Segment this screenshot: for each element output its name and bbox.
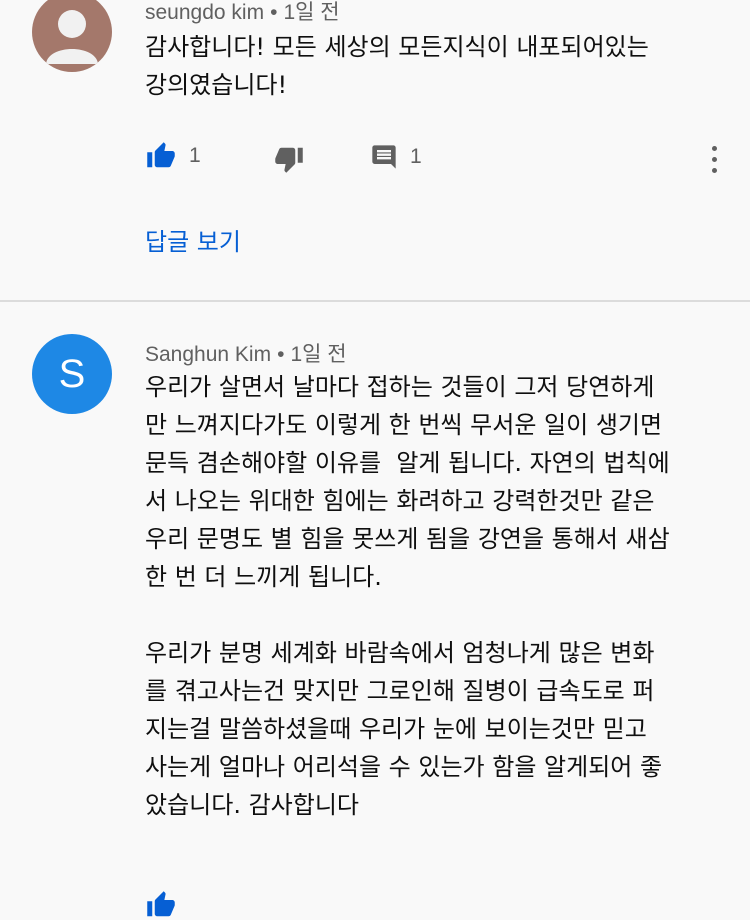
separator-dot: • bbox=[277, 343, 285, 366]
like-button[interactable]: 1 bbox=[145, 141, 201, 171]
comment-icon bbox=[372, 145, 396, 169]
comment-line: 사는게 얼마나 어리석을 수 있는가 함을 알게되어 좋 bbox=[145, 753, 663, 781]
comment-line: 감사합니다! 모든 세상의 모든지식이 내포되어있는 bbox=[145, 33, 649, 61]
comment-time: 1일 전 bbox=[283, 1, 340, 24]
like-button[interactable] bbox=[145, 890, 177, 920]
comment-line: 우리 문명도 별 힘을 못쓰게 됨을 강연을 통해서 새삼 bbox=[145, 525, 670, 553]
dot bbox=[711, 157, 717, 162]
comment-line: 우리가 분명 세계화 바람속에서 엄청나게 많은 변화 bbox=[145, 639, 655, 667]
dot bbox=[711, 146, 717, 151]
comment-line: 한 번 더 느끼게 됩니다. bbox=[145, 563, 382, 591]
comment-meta: seungdo kim • 1일 전 bbox=[145, 0, 340, 26]
comment-seungdo-kim: seungdo kim • 1일 전 감사합니다! 모든 세상의 모든지식이 내포되… bbox=[0, 0, 750, 300]
comment-time: 1일 전 bbox=[290, 343, 347, 366]
author-name[interactable]: Sanghun Kim bbox=[145, 343, 271, 366]
thumbs-up-filled-icon bbox=[147, 142, 175, 168]
comment-line: 를 겪고사는건 맞지만 그로인해 질병이 급속도로 퍼 bbox=[145, 677, 655, 705]
comment-line: 서 나오는 위대한 힘에는 화려하고 강력한것만 같은 bbox=[145, 487, 655, 515]
comment-line: 지는걸 말씀하셨을때 우리가 눈에 보이는것만 믿고 bbox=[145, 715, 647, 743]
comment-sanghun-kim: S Sanghun Kim • 1일 전 우리가 살면서 날마다 접하는 것들이 그… bbox=[0, 302, 750, 917]
dot bbox=[711, 168, 717, 173]
avatar-letter: S bbox=[58, 351, 86, 396]
avatar[interactable]: S bbox=[32, 334, 112, 414]
comment-meta: Sanghun Kim • 1일 전 bbox=[145, 338, 347, 368]
dislike-button[interactable] bbox=[273, 144, 305, 174]
comment-line: ​ bbox=[145, 596, 725, 634]
comment-line: 우리가 살면서 날마다 접하는 것들이 그저 당연하게 bbox=[145, 373, 655, 401]
view-replies-link[interactable]: 답글 보기 bbox=[145, 222, 241, 257]
comment-line: 문득 겸손해야할 이유를 알게 됩니다. 자연의 법칙에 bbox=[145, 449, 670, 477]
reply-button[interactable]: 1 bbox=[370, 143, 422, 171]
comment-line: 았습니다. 감사합니다 bbox=[145, 791, 359, 819]
more-options-button[interactable] bbox=[703, 146, 725, 173]
default-user-icon bbox=[46, 10, 98, 64]
comment-line: 강의였습니다! bbox=[145, 71, 288, 99]
avatar[interactable] bbox=[32, 0, 112, 72]
author-name[interactable]: seungdo kim bbox=[145, 1, 264, 24]
thumbs-down-icon bbox=[275, 147, 303, 173]
separator-dot: • bbox=[270, 1, 278, 24]
comment-text: 우리가 살면서 날마다 접하는 것들이 그저 당연하게 만 느껴지다가도 이렇게… bbox=[145, 368, 725, 824]
like-count: 1 bbox=[189, 144, 201, 167]
comment-text: 감사합니다! 모든 세상의 모든지식이 내포되어있는 강의였습니다! bbox=[145, 28, 725, 104]
comment-line: 만 느껴지다가도 이렇게 한 번씩 무서운 일이 생기면 bbox=[145, 411, 663, 439]
thumbs-up-icon bbox=[147, 891, 175, 917]
reply-count: 1 bbox=[410, 145, 422, 168]
